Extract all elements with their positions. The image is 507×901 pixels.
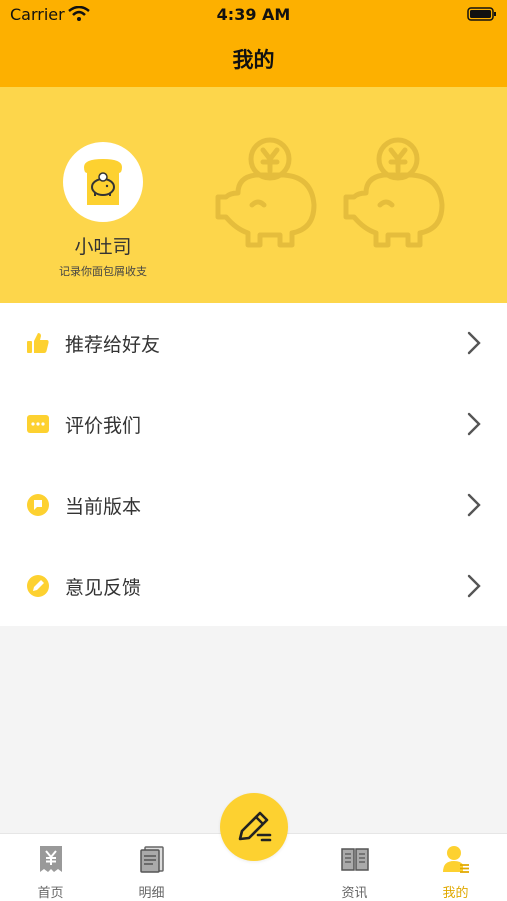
menu-item-label: 当前版本 [65, 496, 142, 518]
tab-mine[interactable]: 我的 [405, 834, 506, 901]
tab-label: 我的 [442, 886, 469, 901]
tab-label: 明细 [138, 886, 165, 901]
user-icon [441, 844, 471, 874]
thumbs-up-icon [26, 331, 50, 355]
avatar[interactable] [63, 142, 143, 222]
compose-button[interactable] [220, 793, 288, 861]
menu-item-label: 意见反馈 [65, 577, 142, 599]
tab-details[interactable]: 明细 [101, 834, 202, 901]
tab-label: 首页 [37, 886, 64, 901]
document-icon [137, 844, 167, 874]
chevron-right-icon [467, 412, 481, 440]
chat-dots-icon [26, 412, 50, 436]
profile-name: 小吐司 [74, 236, 132, 258]
menu-item-label: 推荐给好友 [65, 334, 161, 356]
menu-item-label: 评价我们 [65, 415, 142, 437]
navigation-bar: 我的 [0, 30, 507, 87]
piggy-bank-icon [343, 137, 445, 248]
profile-header: 小吐司 记录你面包屑收支 [0, 87, 507, 303]
status-time: 4:39 AM [216, 5, 291, 24]
status-bar: Carrier 4:39 AM [0, 0, 507, 30]
settings-menu: 推荐给好友 评价我们 当前版本 意见反馈 [0, 303, 507, 626]
tab-home[interactable]: 首页 [0, 834, 101, 901]
menu-item-rate[interactable]: 评价我们 [0, 384, 507, 464]
menu-item-recommend[interactable]: 推荐给好友 [0, 303, 507, 383]
flag-icon [26, 493, 50, 517]
toast-piggy-icon [84, 159, 122, 205]
chevron-right-icon [467, 493, 481, 521]
profile-slogan: 记录你面包屑收支 [59, 265, 147, 278]
chevron-right-icon [467, 574, 481, 602]
battery-icon [467, 6, 497, 26]
page-title: 我的 [232, 48, 275, 72]
piggy-bank-icon [215, 137, 317, 248]
tab-label: 资讯 [341, 886, 368, 901]
edit-icon [238, 811, 272, 842]
book-icon [340, 844, 370, 874]
tab-news[interactable]: 资讯 [304, 834, 405, 901]
chevron-right-icon [467, 331, 481, 359]
receipt-yen-icon [36, 844, 66, 874]
menu-item-version[interactable]: 当前版本 [0, 465, 507, 545]
menu-item-feedback[interactable]: 意见反馈 [0, 546, 507, 626]
pencil-icon [26, 574, 50, 598]
